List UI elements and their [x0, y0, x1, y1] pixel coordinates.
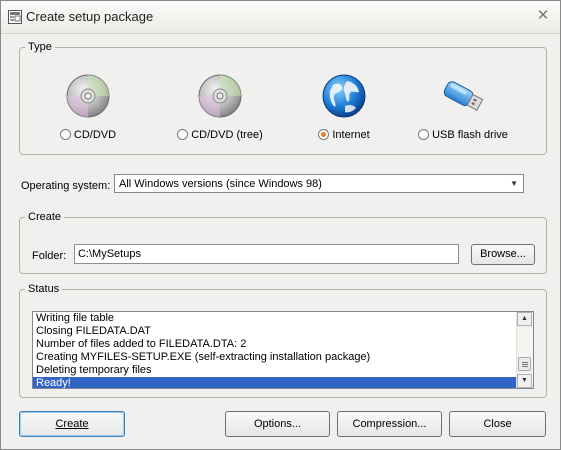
- window-title: Create setup package: [26, 9, 154, 24]
- type-option-cd-dvd[interactable]: CD/DVD: [28, 73, 148, 153]
- status-log[interactable]: Writing file table Closing FILEDATA.DAT …: [32, 311, 534, 389]
- radio-cd-dvd-tree[interactable]: [177, 129, 189, 140]
- status-line: Number of files added to FILEDATA.DTA: 2: [36, 338, 247, 350]
- create-button-label: Create: [55, 418, 89, 430]
- folder-input[interactable]: C:\MySetups: [74, 244, 459, 264]
- type-option-usb[interactable]: USB flash drive: [403, 73, 523, 153]
- compression-button-label: Compression...: [352, 418, 427, 430]
- dialog-window: Create setup package ✕ Type CD/DVD CD/DV…: [0, 0, 561, 450]
- create-group-legend: Create: [28, 211, 62, 223]
- type-group: Type CD/DVD CD/DVD (tree) Internet USB f…: [19, 41, 547, 155]
- chevron-down-icon[interactable]: ▼: [510, 179, 518, 188]
- cd-icon: [66, 74, 110, 118]
- radio-cd-dvd[interactable]: [59, 129, 71, 140]
- type-group-legend: Type: [28, 41, 52, 53]
- options-button-label: Options...: [253, 418, 302, 430]
- folder-label: Folder:: [32, 250, 67, 262]
- status-line: Deleting temporary files: [36, 364, 152, 376]
- status-line-selected: Ready!: [33, 377, 533, 388]
- cd-icon: [198, 74, 242, 118]
- close-button[interactable]: Close: [449, 411, 546, 437]
- label-cd-dvd: CD/DVD: [73, 129, 117, 141]
- options-button[interactable]: Options...: [225, 411, 330, 437]
- compression-button[interactable]: Compression...: [337, 411, 442, 437]
- type-option-cd-dvd-tree[interactable]: CD/DVD (tree): [160, 73, 280, 153]
- status-scrollbar[interactable]: ▲ ▼: [516, 312, 533, 388]
- title-bar: Create setup package ✕: [1, 1, 560, 34]
- status-line: Creating MYFILES-SETUP.EXE (self-extract…: [36, 351, 371, 363]
- os-dropdown[interactable]: All Windows versions (since Windows 98) …: [114, 174, 524, 193]
- globe-icon: [322, 74, 366, 118]
- label-internet: Internet: [332, 129, 370, 141]
- close-window-button[interactable]: ✕: [534, 7, 552, 25]
- radio-internet[interactable]: [318, 129, 330, 140]
- scroll-down-icon[interactable]: ▼: [517, 374, 532, 388]
- usb-drive-icon: [443, 81, 484, 111]
- label-usb: USB flash drive: [432, 129, 508, 141]
- radio-usb[interactable]: [418, 129, 430, 140]
- status-line: Writing file table: [36, 312, 115, 324]
- scroll-thumb[interactable]: [518, 357, 531, 371]
- scroll-up-icon[interactable]: ▲: [517, 312, 532, 326]
- create-group: Create Folder: C:\MySetups Browse...: [19, 211, 547, 274]
- setup-package-icon: [8, 10, 22, 24]
- os-dropdown-value: All Windows versions (since Windows 98): [119, 178, 322, 190]
- type-option-internet[interactable]: Internet: [284, 73, 404, 153]
- status-line: Closing FILEDATA.DAT: [36, 325, 151, 337]
- browse-button[interactable]: Browse...: [471, 244, 535, 265]
- os-label: Operating system:: [21, 180, 111, 192]
- label-cd-dvd-tree: CD/DVD (tree): [191, 129, 263, 141]
- status-group: Status Writing file table Closing FILEDA…: [19, 283, 547, 398]
- close-button-label: Close: [483, 418, 512, 430]
- create-button[interactable]: Create: [19, 411, 125, 437]
- status-group-legend: Status: [28, 283, 60, 295]
